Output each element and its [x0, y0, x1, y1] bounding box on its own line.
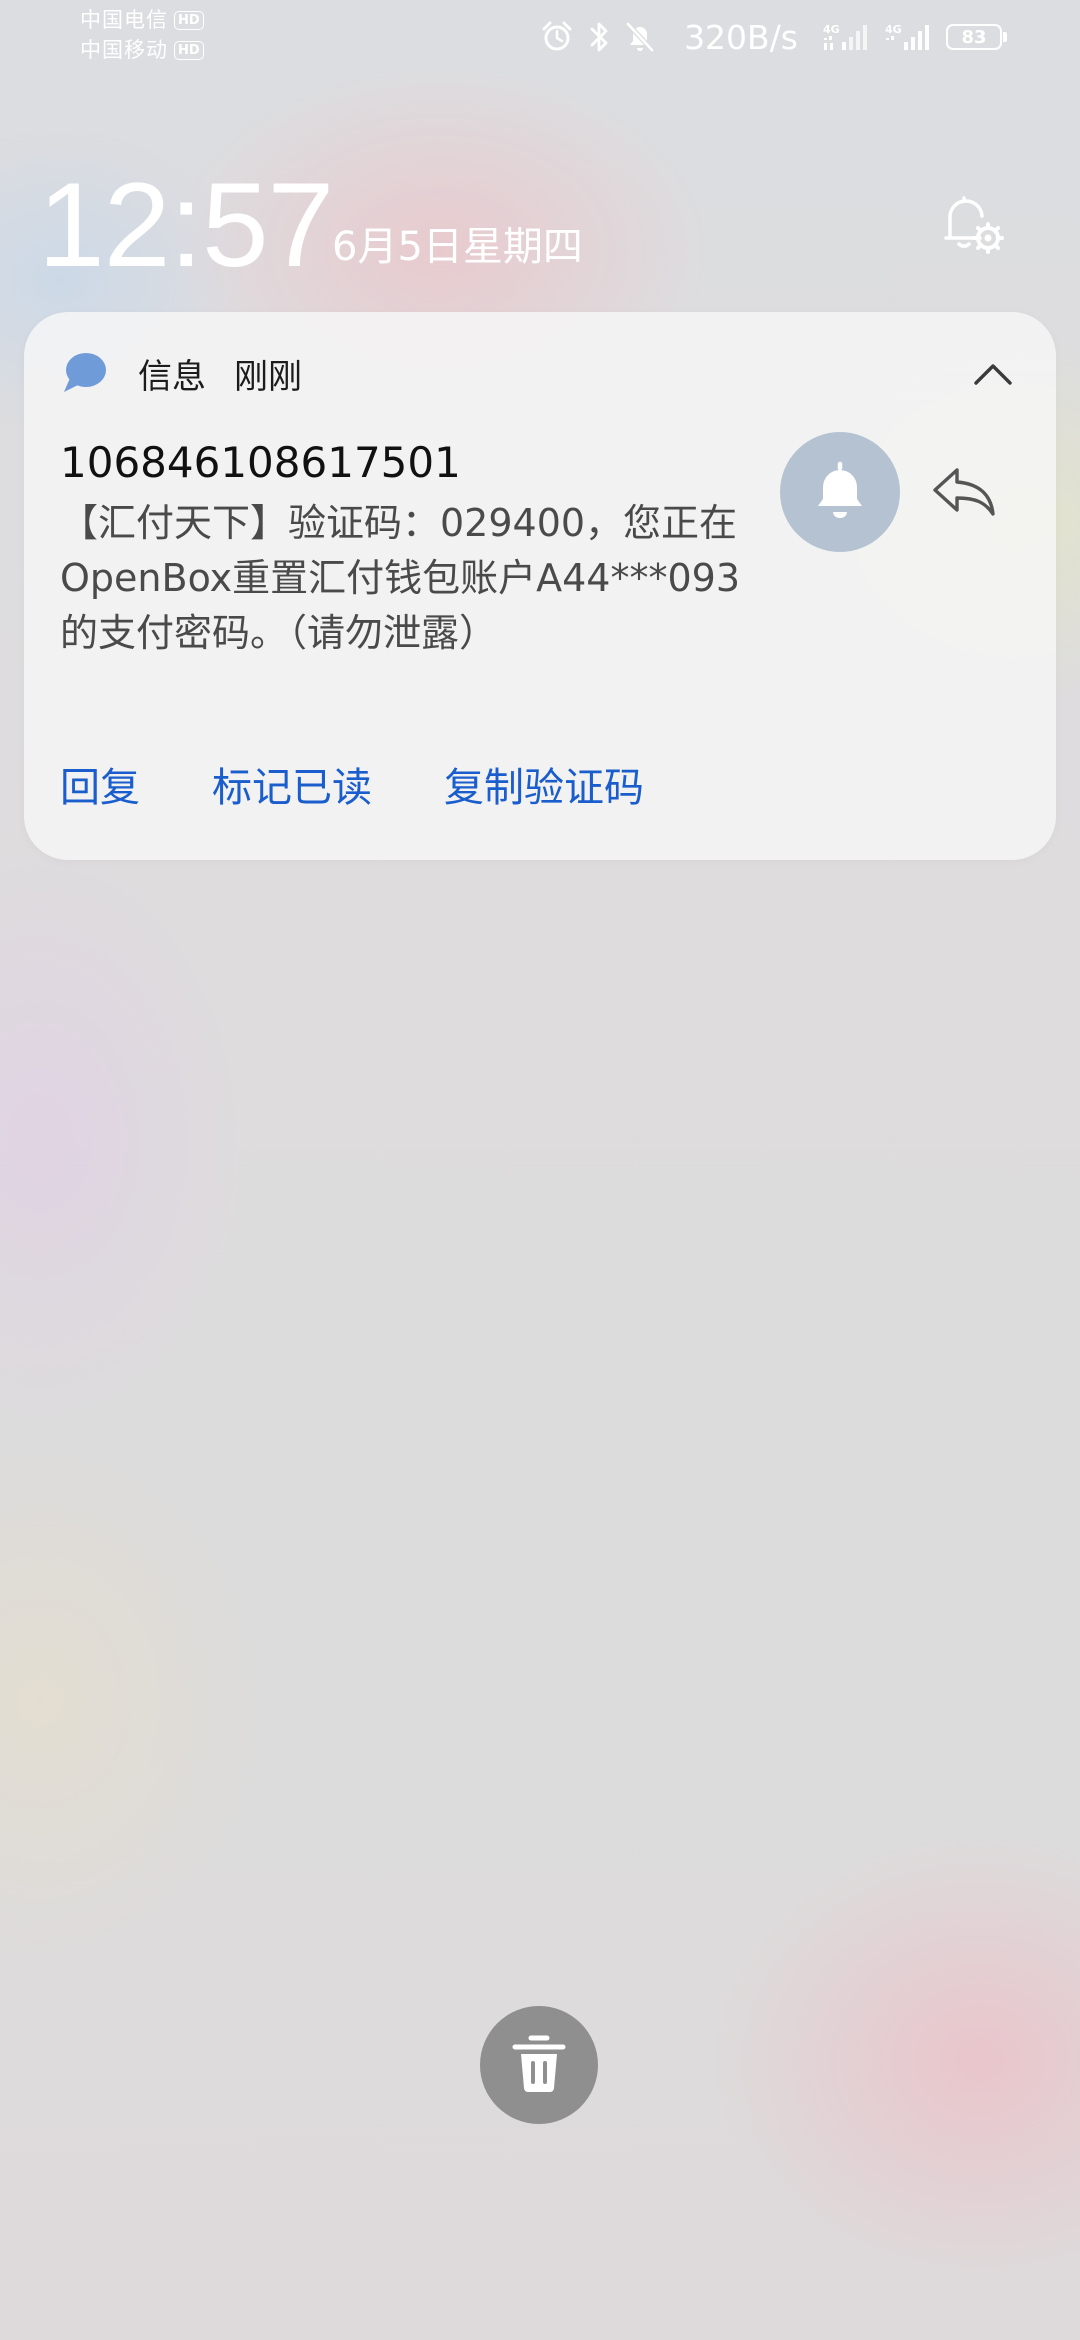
bell-icon[interactable] — [780, 432, 900, 552]
signal-4g-icon: 4G — [822, 20, 870, 54]
hd-badge: HD — [174, 40, 204, 60]
reply-button[interactable]: 回复 — [60, 760, 140, 816]
mute-bell-icon — [624, 20, 656, 54]
network-speed: 320B/s — [684, 17, 798, 57]
mark-read-button[interactable]: 标记已读 — [212, 760, 372, 816]
carrier-row-1: 中国电信 HD — [80, 6, 204, 34]
carrier-name: 中国移动 — [80, 38, 168, 62]
message-sender: 106846108617501 — [60, 438, 461, 487]
signal-4g-icon: 4G — [884, 20, 932, 54]
clear-notifications-button[interactable] — [480, 2006, 598, 2124]
battery-level: 83 — [961, 26, 987, 48]
hd-badge: HD — [174, 10, 204, 30]
trash-icon — [510, 2032, 568, 2098]
notification-actions: 回复 标记已读 复制验证码 — [60, 760, 644, 816]
status-icons: 320B/s 4G 4G 83 — [540, 16, 1007, 58]
battery-icon: 83 — [946, 24, 1007, 50]
message-app-icon — [60, 348, 110, 398]
copy-code-button[interactable]: 复制验证码 — [444, 760, 644, 816]
carrier-info: 中国电信 HD 中国移动 HD — [80, 6, 204, 64]
collapse-chevron-icon[interactable] — [970, 354, 1016, 394]
notification-app-name: 信息 — [138, 356, 206, 397]
carrier-row-2: 中国移动 HD — [80, 36, 204, 64]
svg-text:4G: 4G — [823, 23, 840, 36]
reply-arrow-icon[interactable] — [924, 452, 1004, 532]
lockscreen-date: 6月5日星期四 — [332, 224, 583, 270]
message-notification-card[interactable]: 信息 刚刚 106846108617501 【汇付天下】验证码：029400，您… — [24, 312, 1056, 860]
lockscreen-clock: 12:57 — [38, 158, 334, 292]
notification-header: 信息 刚刚 — [60, 348, 302, 398]
message-body: 【汇付天下】验证码：029400，您正在OpenBox重置汇付钱包账户A44**… — [60, 501, 741, 655]
status-bar: 中国电信 HD 中国移动 HD 320B/s 4G 4G 83 — [0, 0, 1080, 80]
bluetooth-icon — [588, 20, 610, 54]
svg-text:4G: 4G — [885, 23, 902, 36]
alarm-icon — [540, 20, 574, 54]
carrier-name: 中国电信 — [80, 8, 168, 32]
notification-settings-icon[interactable] — [936, 188, 1006, 258]
notification-time: 刚刚 — [234, 356, 302, 397]
